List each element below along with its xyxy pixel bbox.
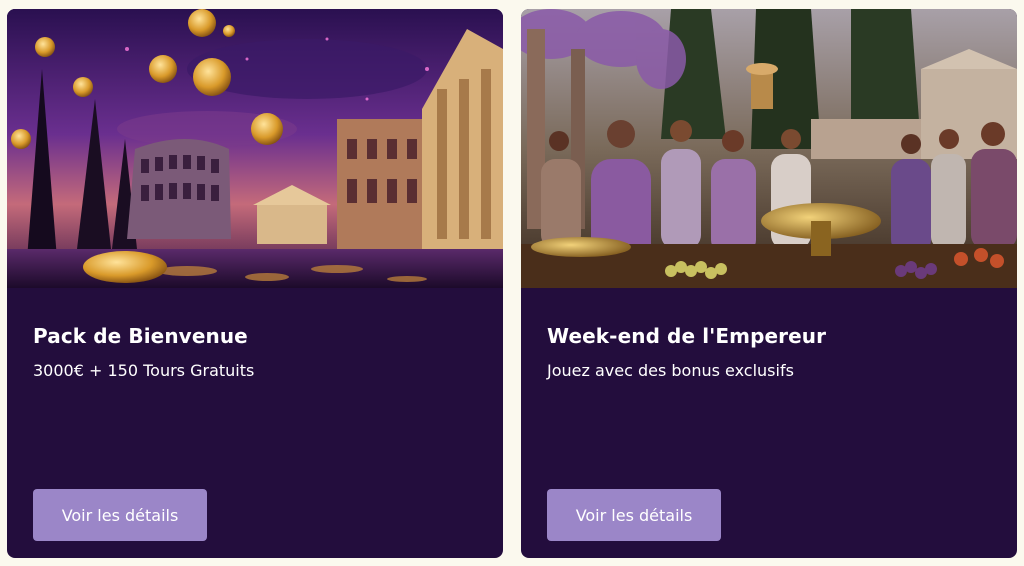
promo-card-emperor-weekend: Week-end de l'Empereur Jouez avec des bo…: [521, 9, 1017, 558]
promotions-grid: Pack de Bienvenue 3000€ + 150 Tours Grat…: [0, 0, 1024, 566]
view-details-button[interactable]: Voir les détails: [33, 489, 207, 541]
promo-card-body: Pack de Bienvenue 3000€ + 150 Tours Grat…: [7, 288, 503, 558]
promo-subtitle: Jouez avec des bonus exclusifs: [547, 361, 794, 380]
view-details-button[interactable]: Voir les détails: [547, 489, 721, 541]
promo-title: Week-end de l'Empereur: [547, 324, 827, 348]
promo-card-body: Week-end de l'Empereur Jouez avec des bo…: [521, 288, 1017, 558]
promo-subtitle: 3000€ + 150 Tours Gratuits: [33, 361, 255, 380]
promo-image-colosseum: [7, 9, 503, 288]
promo-card-welcome-pack: Pack de Bienvenue 3000€ + 150 Tours Grat…: [7, 9, 503, 558]
promo-image-banquet: [521, 9, 1017, 288]
promo-title: Pack de Bienvenue: [33, 324, 248, 348]
